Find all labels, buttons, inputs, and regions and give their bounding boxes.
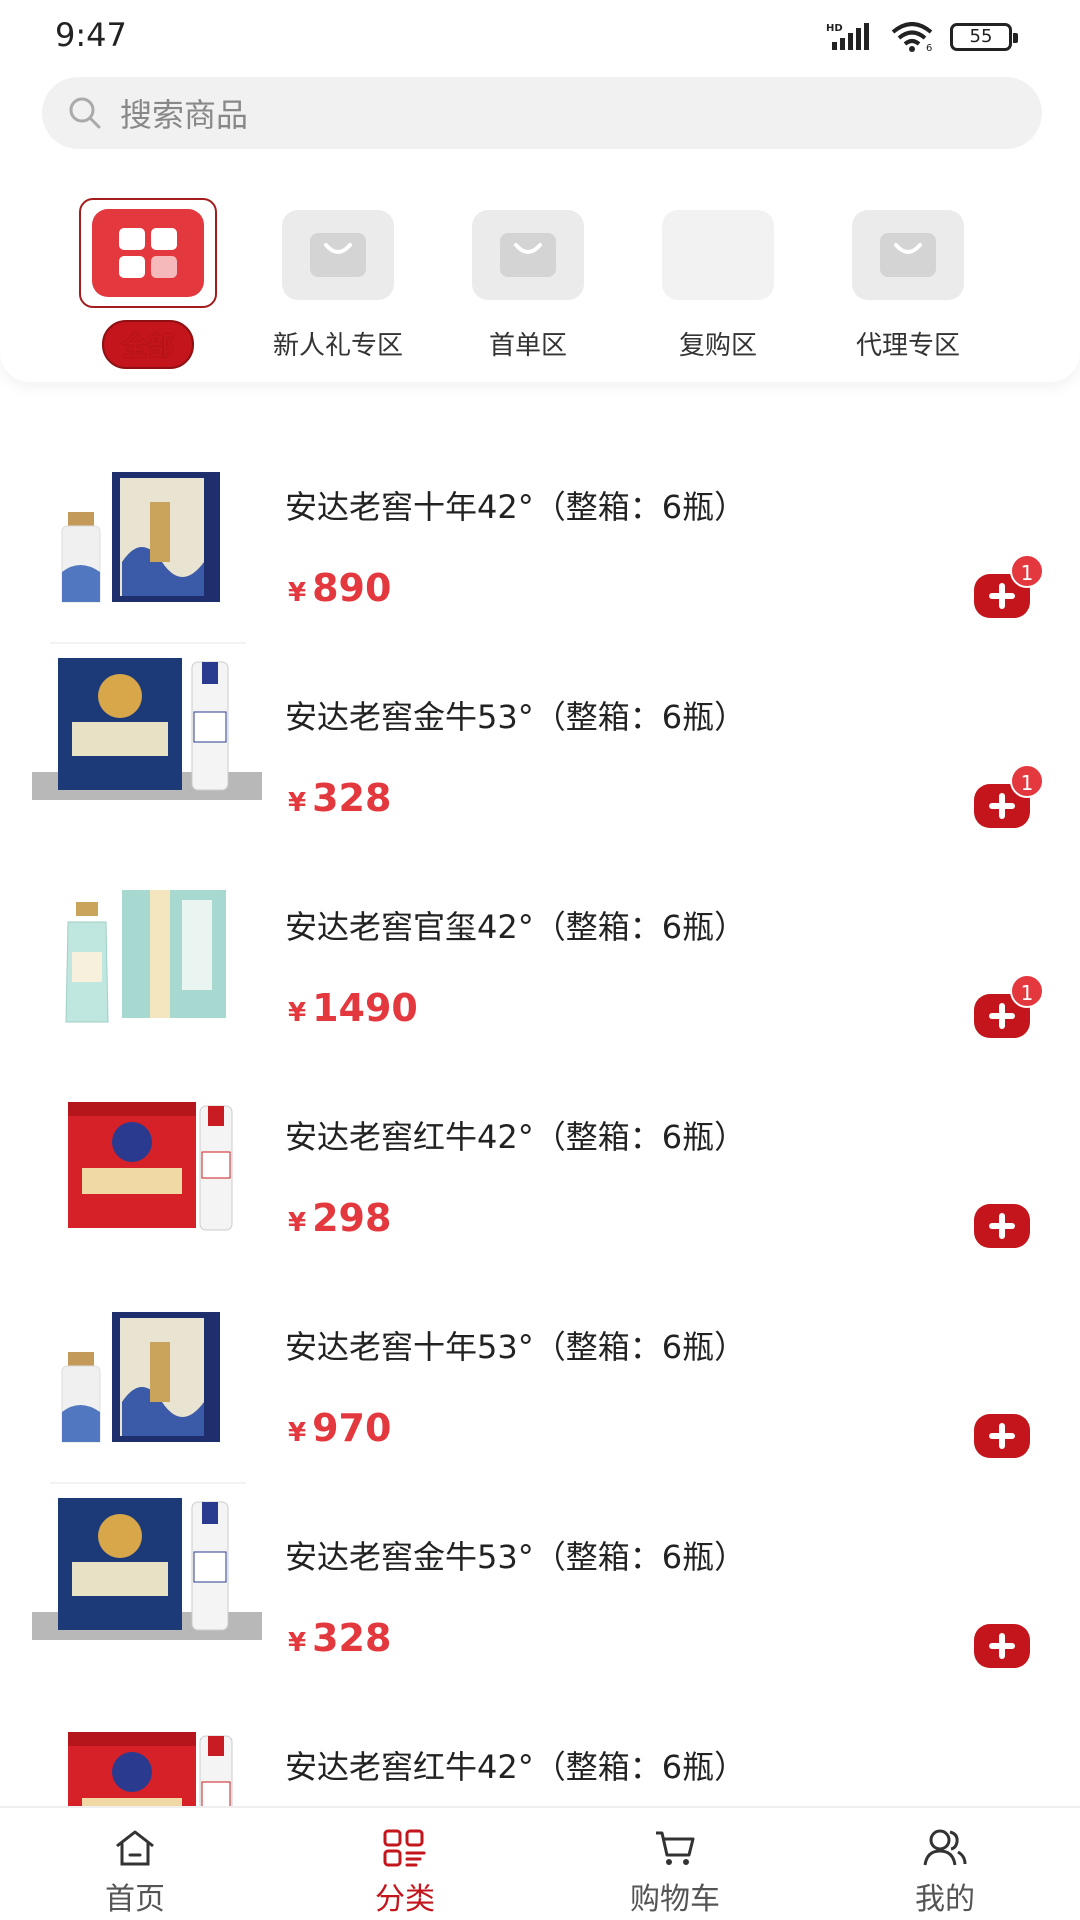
- tab-category[interactable]: 分类: [270, 1808, 540, 1920]
- product-title[interactable]: 安达老窖十年53°（整箱：6瓶）: [285, 1322, 746, 1368]
- divider: [50, 642, 246, 644]
- currency-symbol: ¥: [288, 578, 307, 608]
- bottom-tab-bar: 首页 分类 购物车 我的: [0, 1806, 1080, 1920]
- price-value: 328: [312, 1616, 392, 1660]
- product-title[interactable]: 安达老窖红牛42°（整箱：6瓶）: [285, 1112, 746, 1158]
- price-value: 298: [312, 1196, 392, 1240]
- add-to-cart-button[interactable]: [974, 1414, 1030, 1458]
- product-title[interactable]: 安达老窖金牛53°（整箱：6瓶）: [285, 692, 746, 738]
- home-icon: [116, 1830, 154, 1866]
- product-image[interactable]: [32, 1702, 262, 1806]
- plus-icon: [989, 1003, 1015, 1029]
- add-to-cart-button[interactable]: [974, 1204, 1030, 1248]
- tab-label: 我的: [915, 1882, 975, 1917]
- product-row[interactable]: 安达老窖红牛42°（整箱：6瓶） ¥298: [0, 1072, 1080, 1282]
- tab-cart[interactable]: 购物车: [540, 1808, 810, 1920]
- search-placeholder: 搜索商品: [120, 96, 249, 134]
- plus-icon: [989, 1633, 1015, 1659]
- product-row[interactable]: 安达老窖十年42°（整箱：6瓶） ¥890 1: [0, 442, 1080, 652]
- product-list: 安达老窖十年42°（整箱：6瓶） ¥890 1 安达老窖金牛53°（整箱：6瓶）…: [0, 430, 1080, 1806]
- category-label: 代理专区: [855, 331, 960, 361]
- cart-count-badge: 1: [1010, 974, 1044, 1008]
- product-title[interactable]: 安达老窖红牛42°（整箱：6瓶）: [285, 1742, 746, 1788]
- bag-icon: [472, 210, 584, 300]
- price-value: 1490: [312, 986, 418, 1030]
- plus-icon: [989, 793, 1015, 819]
- cart-count-badge: 1: [1010, 764, 1044, 798]
- product-image[interactable]: [32, 1072, 262, 1252]
- search-icon: [69, 97, 101, 129]
- svg-text:6: 6: [926, 43, 932, 52]
- signal-icon: HD: [826, 23, 869, 50]
- wifi-icon: 6: [891, 22, 932, 52]
- currency-symbol: ¥: [288, 1208, 307, 1238]
- tab-label: 首页: [105, 1882, 165, 1917]
- category-agent[interactable]: 代理专区: [818, 198, 998, 362]
- product-row[interactable]: 安达老窖金牛53°（整箱：6瓶） ¥328: [0, 1492, 1080, 1702]
- currency-symbol: ¥: [288, 1418, 307, 1448]
- hd-label: HD: [826, 23, 843, 34]
- product-price: ¥970: [288, 1406, 391, 1450]
- bag-icon: [282, 210, 394, 300]
- currency-symbol: ¥: [288, 1628, 307, 1658]
- category-first-order[interactable]: 首单区: [438, 198, 618, 362]
- category-label: 全部: [101, 320, 194, 369]
- product-title[interactable]: 安达老窖金牛53°（整箱：6瓶）: [285, 1532, 746, 1578]
- tab-label: 购物车: [630, 1882, 720, 1917]
- currency-symbol: ¥: [288, 788, 307, 818]
- user-icon: [923, 1829, 967, 1866]
- product-row[interactable]: 安达老窖金牛53°（整箱：6瓶） ¥328 1: [0, 652, 1080, 862]
- add-to-cart-button[interactable]: [974, 1624, 1030, 1668]
- tab-profile[interactable]: 我的: [810, 1808, 1080, 1920]
- battery-icon: 55: [950, 23, 1018, 51]
- placeholder-icon: [662, 210, 774, 300]
- product-price: ¥1490: [288, 986, 418, 1030]
- grid-icon: [92, 209, 204, 297]
- product-image[interactable]: [32, 1492, 262, 1672]
- tab-label: 分类: [375, 1882, 435, 1917]
- category-label: 新人礼专区: [272, 331, 403, 361]
- cart-count-badge: 1: [1010, 554, 1044, 588]
- tab-home[interactable]: 首页: [0, 1808, 270, 1920]
- header-card: 9:47 HD 6 55 搜索商品 全部 新人礼专区 首单区 复购区 代理专区: [0, 0, 1080, 382]
- product-image[interactable]: [32, 442, 262, 622]
- status-time: 9:47: [55, 16, 127, 54]
- status-icons: HD 6 55: [826, 22, 1018, 52]
- plus-icon: [989, 583, 1015, 609]
- status-bar: 9:47 HD 6 55: [0, 0, 1080, 76]
- category-all-frame: [79, 198, 217, 308]
- product-title[interactable]: 安达老窖十年42°（整箱：6瓶）: [285, 482, 746, 528]
- category-all[interactable]: 全部: [58, 198, 238, 369]
- currency-symbol: ¥: [288, 998, 307, 1028]
- product-image[interactable]: [32, 652, 262, 832]
- product-row[interactable]: 安达老窖官玺42°（整箱：6瓶） ¥1490 1: [0, 862, 1080, 1072]
- page: 9:47 HD 6 55 搜索商品 全部 新人礼专区 首单区 复购区 代理专区 …: [0, 0, 1080, 1920]
- plus-icon: [989, 1213, 1015, 1239]
- category-label: 首单区: [488, 331, 567, 361]
- product-image[interactable]: [32, 1282, 262, 1462]
- cart-icon: [656, 1831, 695, 1865]
- price-value: 970: [312, 1406, 392, 1450]
- product-row[interactable]: 安达老窖红牛42°（整箱：6瓶）: [0, 1702, 1080, 1806]
- bag-icon: [852, 210, 964, 300]
- product-price: ¥890: [288, 566, 391, 610]
- product-price: ¥328: [288, 776, 391, 820]
- search-bar[interactable]: 搜索商品: [42, 77, 1042, 149]
- category-icon: [383, 1829, 426, 1867]
- product-price: ¥328: [288, 1616, 391, 1660]
- divider: [50, 1482, 246, 1484]
- plus-icon: [989, 1423, 1015, 1449]
- category-repurchase[interactable]: 复购区: [628, 198, 808, 362]
- category-new-user[interactable]: 新人礼专区: [248, 198, 428, 362]
- product-image[interactable]: [32, 862, 262, 1042]
- price-value: 328: [312, 776, 392, 820]
- product-title[interactable]: 安达老窖官玺42°（整箱：6瓶）: [285, 902, 746, 948]
- category-label: 复购区: [678, 331, 757, 361]
- product-row[interactable]: 安达老窖十年53°（整箱：6瓶） ¥970: [0, 1282, 1080, 1492]
- price-value: 890: [312, 566, 392, 610]
- product-price: ¥298: [288, 1196, 391, 1240]
